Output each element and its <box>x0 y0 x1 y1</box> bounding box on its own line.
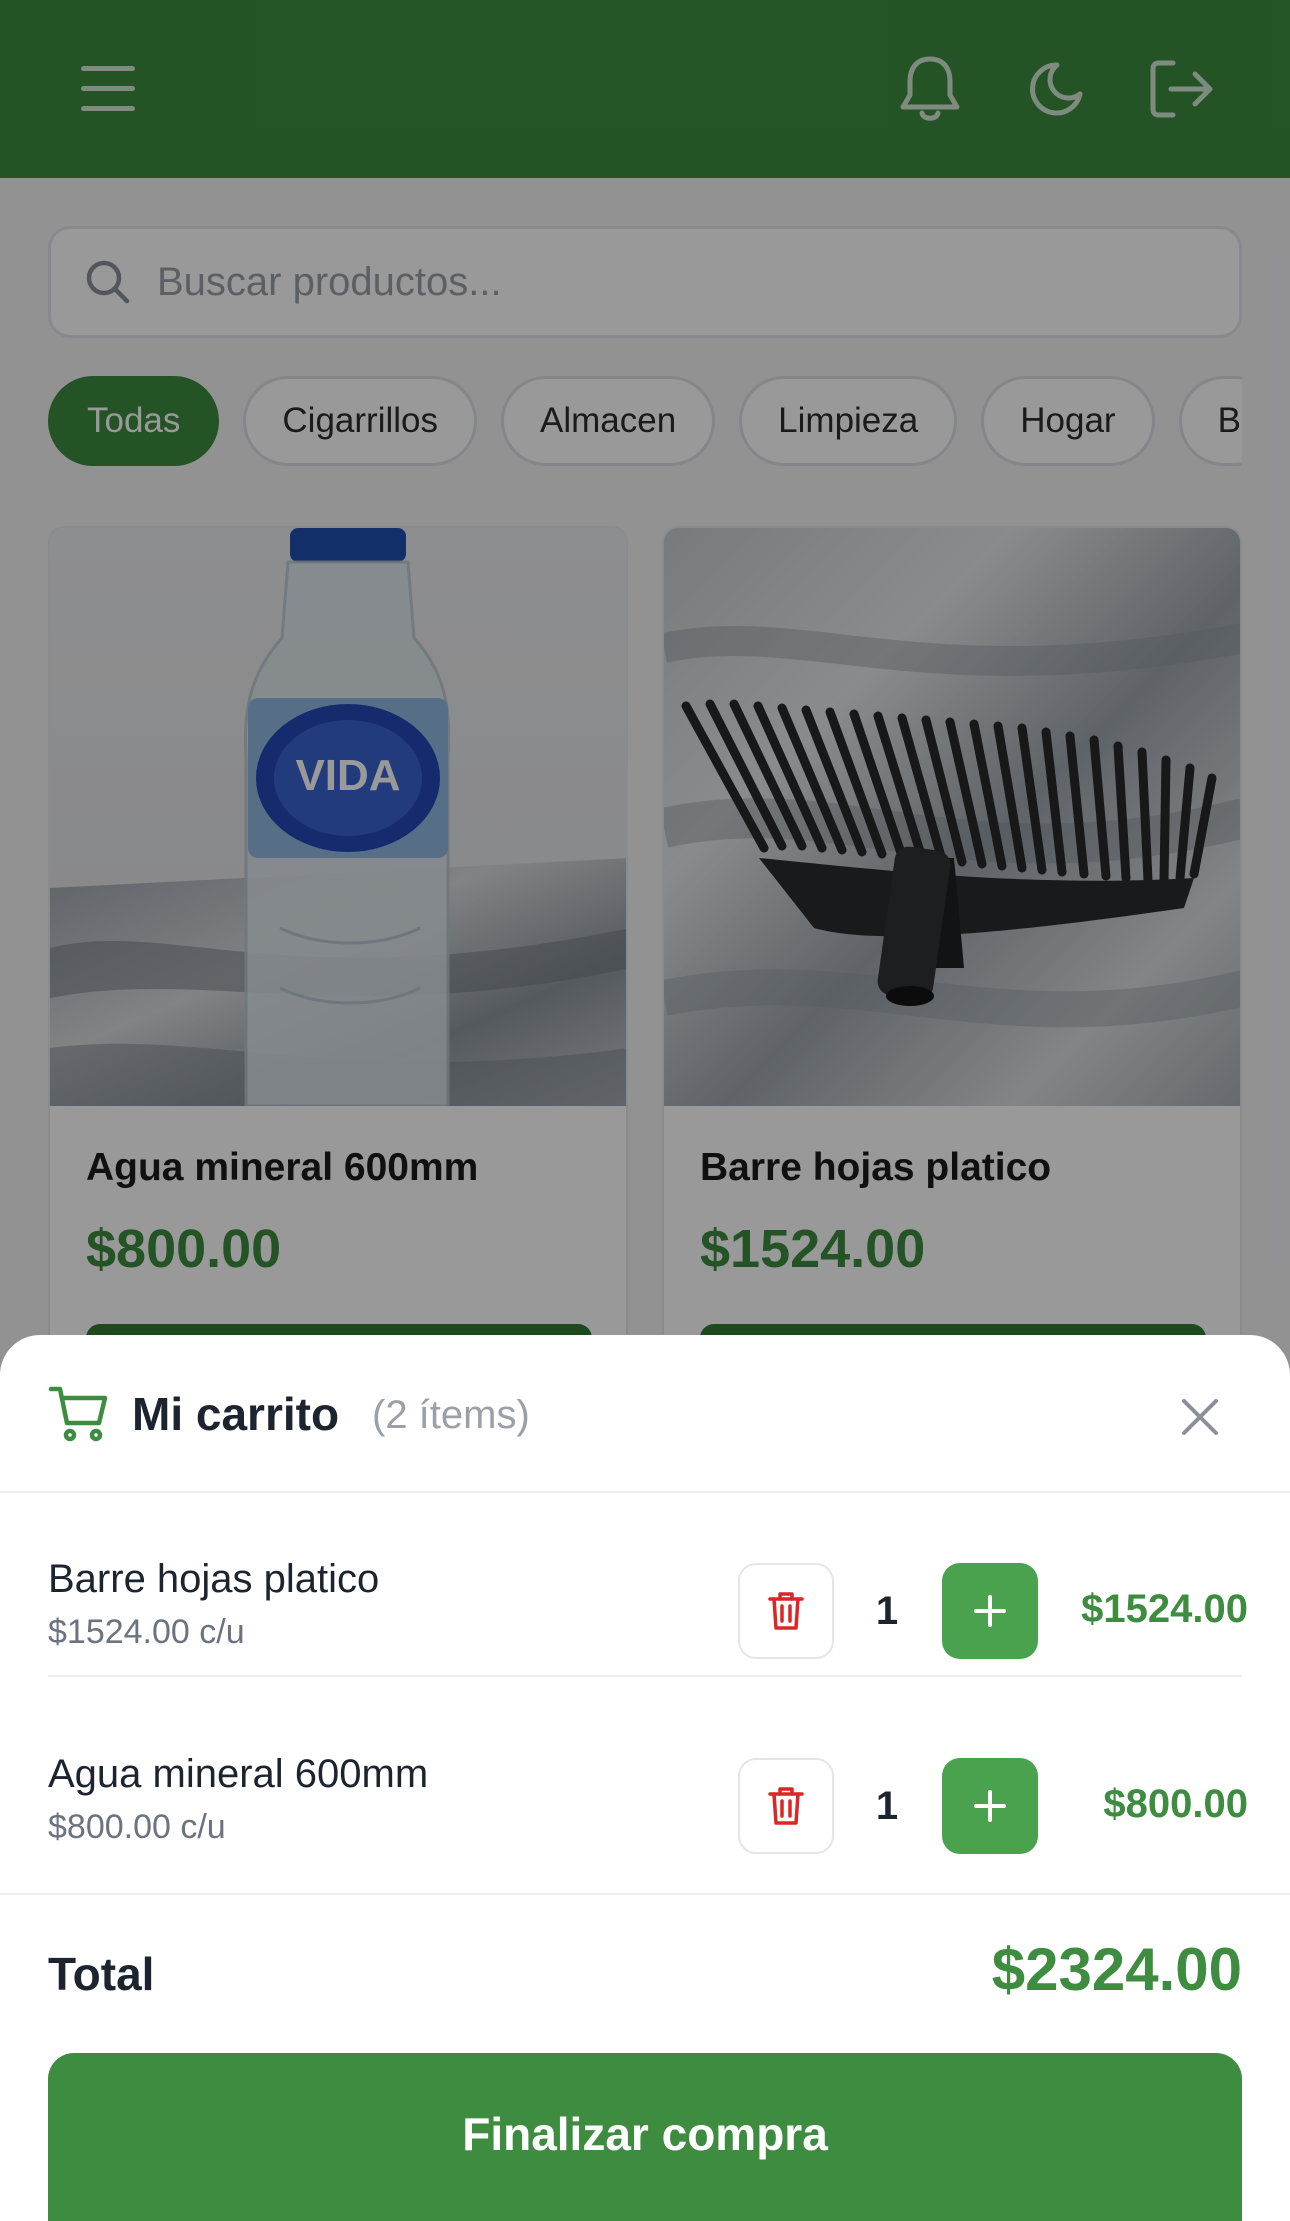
cart-item-subtotal: $800.00 <box>1103 1782 1248 1826</box>
trash-icon <box>768 1787 804 1825</box>
cart-item: Agua mineral 600mm $800.00 c/u 1 $800.00 <box>48 1744 1248 1874</box>
divider <box>0 1893 1290 1895</box>
cart-item-unit-price: $1524.00 c/u <box>48 1613 245 1651</box>
plus-icon <box>974 1595 1006 1627</box>
plus-icon <box>974 1790 1006 1822</box>
cart-item-quantity: 1 <box>875 1783 899 1828</box>
cart-title: Mi carrito <box>132 1388 340 1440</box>
increase-quantity-button[interactable] <box>942 1563 1038 1659</box>
cart-item-name: Agua mineral 600mm <box>48 1752 429 1796</box>
close-cart-button[interactable] <box>1170 1387 1230 1447</box>
trash-icon <box>768 1592 804 1630</box>
cart-item-name: Barre hojas platico <box>48 1557 380 1601</box>
remove-item-button[interactable] <box>738 1563 834 1659</box>
cart-item-subtotal: $1524.00 <box>1081 1587 1248 1631</box>
increase-quantity-button[interactable] <box>942 1758 1038 1854</box>
remove-item-button[interactable] <box>738 1758 834 1854</box>
total-value: $2324.00 <box>991 1936 1242 2003</box>
cart-sheet: Mi carrito (2 ítems) Barre hojas platico… <box>0 1335 1290 2221</box>
cart-item-quantity: 1 <box>875 1588 899 1633</box>
total-label: Total <box>48 1948 155 2000</box>
divider <box>48 1675 1242 1677</box>
cart-header: Mi carrito (2 ítems) <box>0 1335 1290 1493</box>
checkout-button[interactable]: Finalizar compra <box>48 2053 1242 2221</box>
cart-item-count: (2 ítems) <box>372 1393 530 1437</box>
shop-page: TodasCigarrillosAlmacenLimpiezaHogarB <box>0 0 1290 2221</box>
cart-item-unit-price: $800.00 c/u <box>48 1808 226 1846</box>
cart-item: Barre hojas platico $1524.00 c/u 1 $1524… <box>48 1549 1248 1679</box>
cart-icon <box>48 1386 108 1442</box>
close-icon <box>1182 1399 1218 1435</box>
